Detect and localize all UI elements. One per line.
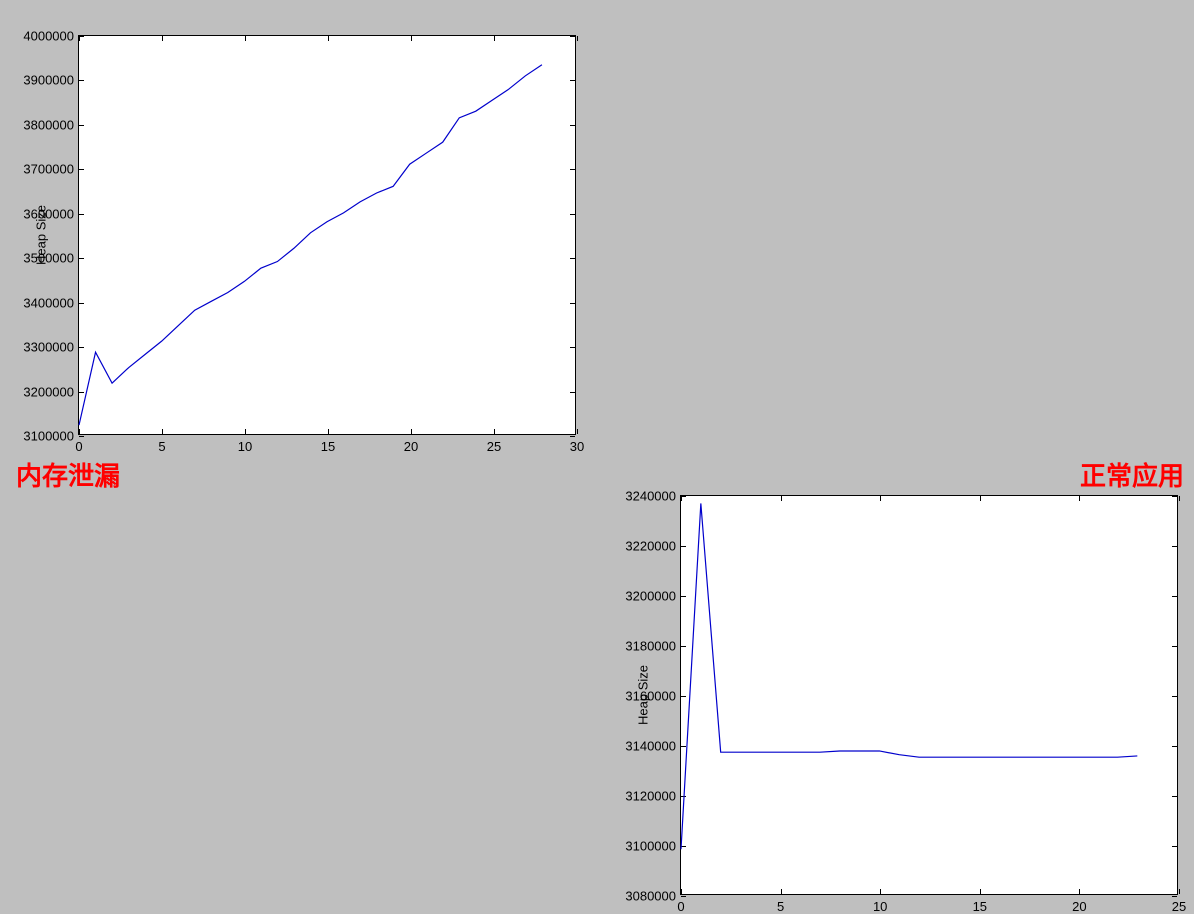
chart-caption-1: 正常应用 bbox=[1080, 456, 1184, 493]
x-tick-label: 15 bbox=[321, 439, 335, 454]
y-tick-label: 3200000 bbox=[625, 589, 676, 604]
y-tick-label: 3140000 bbox=[625, 739, 676, 754]
x-tick-label: 20 bbox=[1072, 899, 1086, 914]
y-tick-label: 3080000 bbox=[625, 889, 676, 904]
x-tick-label: 5 bbox=[158, 439, 165, 454]
y-tick-label: 3300000 bbox=[23, 340, 74, 355]
y-axis-label: Heap Size bbox=[33, 205, 48, 265]
x-tick-label: 0 bbox=[75, 439, 82, 454]
y-tick-label: 3500000 bbox=[23, 251, 74, 266]
y-tick-label: 3900000 bbox=[23, 73, 74, 88]
y-axis-label: Heap Size bbox=[635, 665, 650, 725]
chart-0: 3100000320000033000003400000350000036000… bbox=[78, 35, 576, 435]
x-tick-label: 10 bbox=[873, 899, 887, 914]
y-tick-label: 3700000 bbox=[23, 162, 74, 177]
chart-1: 3080000310000031200003140000316000031800… bbox=[680, 495, 1178, 895]
x-tick-label: 25 bbox=[1172, 899, 1186, 914]
chart-caption-0: 内存泄漏 bbox=[16, 456, 120, 493]
x-tick-label: 30 bbox=[570, 439, 584, 454]
x-tick-label: 25 bbox=[487, 439, 501, 454]
y-tick-label: 3100000 bbox=[23, 429, 74, 444]
x-tick-label: 0 bbox=[677, 899, 684, 914]
y-tick-label: 3200000 bbox=[23, 384, 74, 399]
x-tick-label: 15 bbox=[973, 899, 987, 914]
y-tick-label: 3240000 bbox=[625, 489, 676, 504]
y-tick-label: 3400000 bbox=[23, 295, 74, 310]
line-plot bbox=[79, 36, 575, 434]
y-tick-label: 3800000 bbox=[23, 117, 74, 132]
x-tick-label: 5 bbox=[777, 899, 784, 914]
y-tick-label: 3180000 bbox=[625, 639, 676, 654]
x-tick-label: 20 bbox=[404, 439, 418, 454]
x-tick-label: 10 bbox=[238, 439, 252, 454]
y-tick-label: 3100000 bbox=[625, 839, 676, 854]
y-tick-label: 3120000 bbox=[625, 789, 676, 804]
y-tick-label: 3600000 bbox=[23, 206, 74, 221]
y-tick-label: 3220000 bbox=[625, 539, 676, 554]
y-tick-label: 4000000 bbox=[23, 29, 74, 44]
y-tick-label: 3160000 bbox=[625, 689, 676, 704]
line-plot bbox=[681, 496, 1177, 894]
